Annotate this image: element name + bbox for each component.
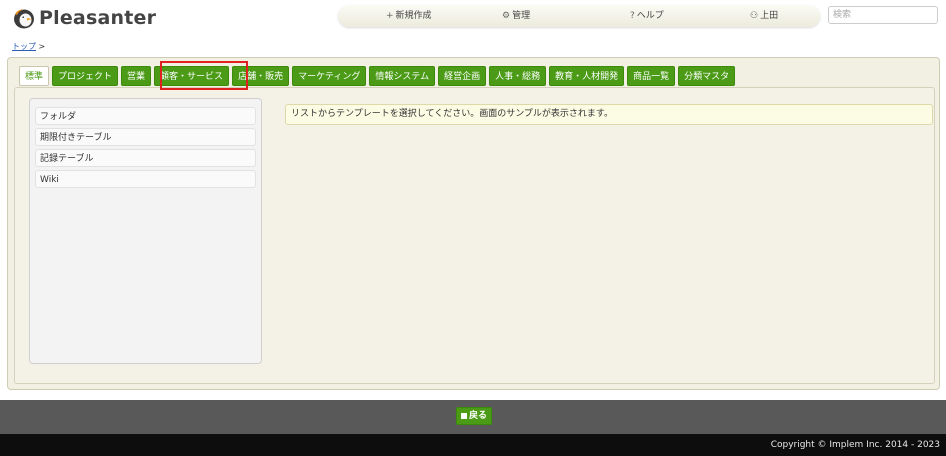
template-list: フォルダ 期限付きテーブル 記録テーブル Wiki [29, 98, 262, 364]
instruction-message: リストからテンプレートを選択してください。画面のサンプルが表示されます。 [285, 104, 933, 125]
tab-store-sales[interactable]: 店舗・販売 [232, 66, 290, 86]
tab-classification-master[interactable]: 分類マスタ [678, 66, 736, 86]
footer-bar: 戻る [0, 400, 946, 434]
plus-icon: + [386, 11, 394, 21]
copyright: Copyright © Implem Inc. 2014 - 2023 [0, 434, 946, 456]
tab-product-list[interactable]: 商品一覧 [627, 66, 676, 86]
tab-information-system[interactable]: 情報システム [369, 66, 436, 86]
back-button[interactable]: 戻る [456, 407, 492, 425]
penguin-logo-icon [14, 9, 34, 29]
tab-customer-service[interactable]: 顧客・サービス [154, 66, 230, 86]
help-button[interactable]: ? ヘルプ [630, 5, 664, 27]
gear-icon: ⚙ [502, 11, 511, 21]
help-label: ヘルプ [636, 11, 664, 21]
header: Pleasanter + 新規作成 ⚙ 管理 ? ヘルプ ⚇ 上田 [0, 0, 946, 36]
back-label: 戻る [468, 411, 487, 421]
logo[interactable]: Pleasanter [12, 7, 156, 29]
tab-marketing[interactable]: マーケティング [292, 66, 367, 86]
tab-standard[interactable]: 標準 [19, 66, 50, 86]
category-tabs: 標準 プロジェクト 営業 顧客・サービス 店舗・販売 マーケティング 情報システ… [19, 66, 738, 86]
new-button[interactable]: + 新規作成 [386, 5, 432, 27]
tab-sales[interactable]: 営業 [121, 66, 152, 86]
new-label: 新規作成 [395, 11, 432, 21]
user-button[interactable]: ⚇ 上田 [750, 5, 778, 27]
template-item-wiki[interactable]: Wiki [35, 170, 256, 188]
back-icon [460, 412, 467, 419]
breadcrumb: トップ > [12, 41, 45, 52]
tab-project[interactable]: プロジェクト [52, 66, 119, 86]
template-item-record-table[interactable]: 記録テーブル [35, 149, 256, 167]
breadcrumb-separator: > [38, 42, 46, 51]
template-panel: 標準 プロジェクト 営業 顧客・サービス 店舗・販売 マーケティング 情報システ… [7, 57, 940, 390]
user-icon: ⚇ [750, 11, 759, 21]
manage-label: 管理 [512, 11, 531, 21]
breadcrumb-top-link[interactable]: トップ [12, 42, 36, 51]
manage-button[interactable]: ⚙ 管理 [502, 5, 530, 27]
template-item-deadline-table[interactable]: 期限付きテーブル [35, 128, 256, 146]
template-item-folder[interactable]: フォルダ [35, 107, 256, 125]
logo-text: Pleasanter [39, 7, 157, 29]
tab-management-planning[interactable]: 経営企画 [438, 66, 487, 86]
tab-education-training[interactable]: 教育・人材開発 [549, 66, 625, 86]
search-input[interactable] [828, 6, 938, 24]
tab-content: フォルダ 期限付きテーブル 記録テーブル Wiki リストからテンプレートを選択… [14, 87, 935, 384]
help-icon: ? [630, 11, 635, 21]
tab-hr-general-affairs[interactable]: 人事・総務 [489, 66, 547, 86]
user-label: 上田 [760, 11, 779, 21]
top-nav: + 新規作成 ⚙ 管理 ? ヘルプ ⚇ 上田 [338, 5, 820, 27]
